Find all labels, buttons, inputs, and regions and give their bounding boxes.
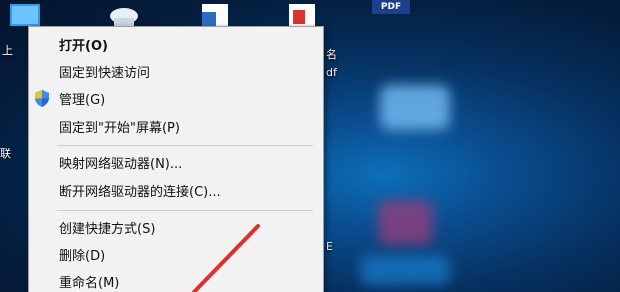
annotation-arrow: [192, 224, 260, 292]
